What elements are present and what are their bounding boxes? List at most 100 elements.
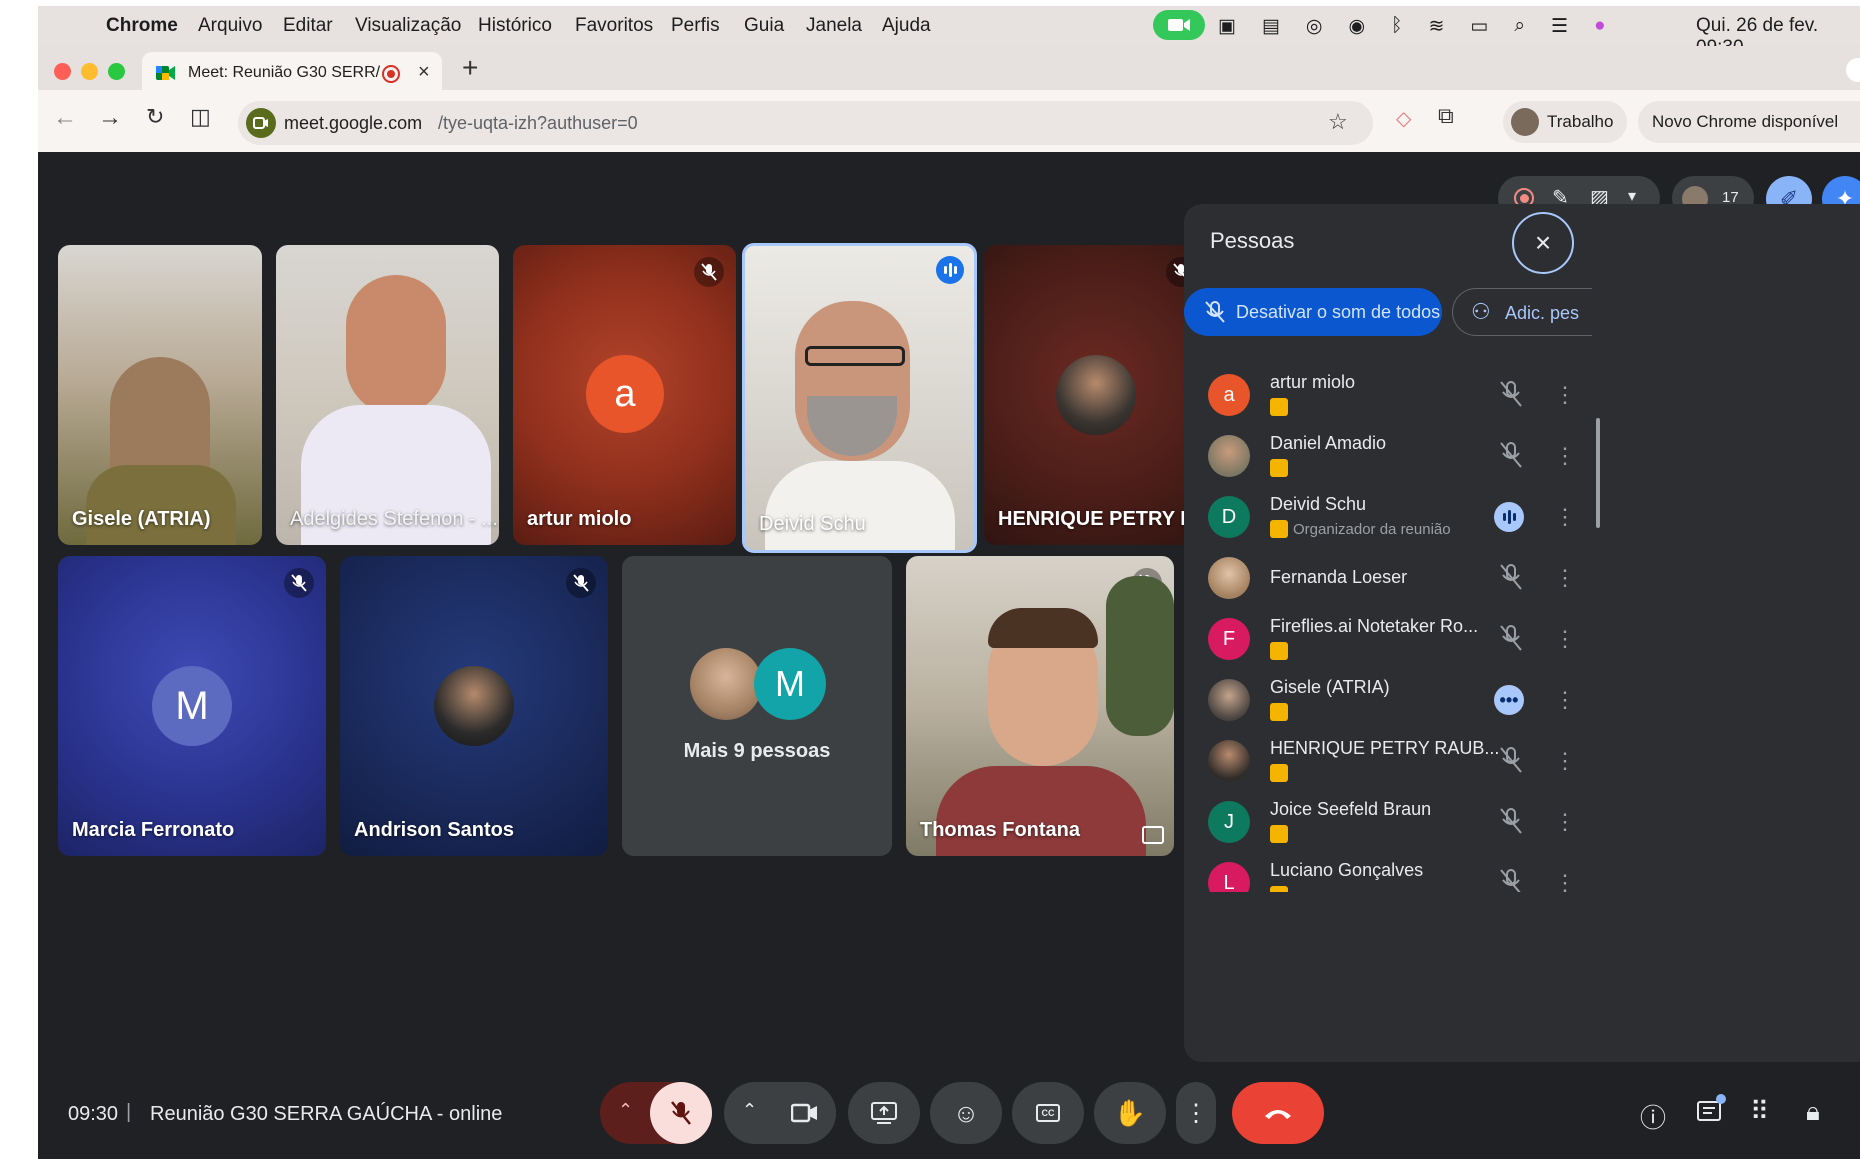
participant-row[interactable]: L Luciano Gonçalves ⋮ (1208, 848, 1604, 892)
extension-icon[interactable]: ◇ (1396, 106, 1411, 131)
window-icon[interactable]: ▤ (1262, 15, 1280, 38)
omnibox[interactable]: meet.google.com /tye-uqta-izh?authuser=0… (238, 101, 1373, 145)
close-panel-button[interactable]: × (1512, 212, 1574, 274)
chevron-down-icon[interactable]: ▾ (1628, 186, 1636, 206)
menu-favoritos[interactable]: Favoritos (575, 15, 653, 37)
window-zoom-button[interactable] (108, 63, 125, 80)
mic-off-icon[interactable] (1498, 746, 1524, 774)
mic-toggle-button[interactable] (650, 1082, 712, 1144)
video-tile-thomas[interactable]: Thomas Fontana (906, 556, 1174, 856)
video-tile-marcia[interactable]: M Marcia Ferronato (58, 556, 326, 856)
spotlight-icon[interactable]: ⌕ (1514, 15, 1525, 37)
participant-name: Gisele (ATRIA) (1270, 677, 1390, 697)
chat-button[interactable] (1696, 1094, 1726, 1128)
siri-icon[interactable]: ● (1594, 15, 1605, 37)
present-button[interactable] (848, 1082, 920, 1144)
battery-icon[interactable]: ▭ (1470, 15, 1488, 38)
video-tile-more[interactable]: M Mais 9 pessoas (622, 556, 892, 856)
mic-off-icon[interactable] (1498, 807, 1524, 835)
menu-janela[interactable]: Janela (806, 15, 862, 37)
info-icon[interactable]: ⓘ (1640, 1098, 1666, 1135)
menu-visualizacao[interactable]: Visualização (355, 15, 461, 37)
back-button[interactable]: ← (53, 104, 77, 132)
more-vert-icon[interactable]: ⋮ (1554, 565, 1576, 591)
participant-name: Luciano Gonçalves (1270, 860, 1424, 880)
video-tile-andrison[interactable]: Andrison Santos (340, 556, 608, 856)
profile-chip[interactable]: Trabalho (1503, 101, 1627, 143)
mic-off-icon[interactable] (1498, 441, 1524, 469)
reload-button[interactable]: ↻ (146, 104, 164, 130)
more-vert-icon[interactable]: ⋮ (1554, 748, 1576, 774)
avatar: a (586, 355, 664, 433)
control-center-icon[interactable]: ☰ (1551, 15, 1568, 38)
captions-button[interactable]: CC (1012, 1082, 1084, 1144)
more-vert-icon[interactable]: ⋮ (1554, 626, 1576, 652)
new-tab-button[interactable]: + (462, 52, 478, 84)
bookmark-star-icon[interactable]: ☆ (1328, 109, 1348, 135)
extensions-puzzle-icon[interactable]: ⧉ (1438, 103, 1454, 129)
tile-name: Adelgides Stefenon - ... (290, 508, 498, 530)
divider: | (126, 1101, 132, 1123)
menu-editar[interactable]: Editar (283, 15, 333, 37)
mute-all-button[interactable]: Desativar o som de todos (1184, 288, 1442, 336)
more-vert-icon[interactable]: ⋮ (1554, 382, 1576, 408)
more-vert-icon[interactable]: ⋮ (1554, 443, 1576, 469)
host-icon (1270, 703, 1288, 721)
present-screen-icon (871, 1102, 897, 1124)
forward-button[interactable]: → (98, 104, 122, 132)
tab-search-button[interactable] (1846, 58, 1860, 82)
more-options-button[interactable]: ⋮ (1176, 1082, 1216, 1144)
mic-off-icon[interactable] (1498, 380, 1524, 408)
video-tile-henrique[interactable]: HENRIQUE PETRY RA... (984, 245, 1208, 545)
wifi-icon[interactable]: ≋ (1429, 15, 1445, 38)
facetime-status-icon[interactable] (1153, 10, 1205, 40)
avatar: F (1208, 618, 1250, 660)
menu-guia[interactable]: Guia (744, 15, 784, 37)
add-people-button[interactable]: ⚇ Adic. pes (1452, 288, 1592, 336)
video-tile-adelgides[interactable]: Adelgides Stefenon - ... (276, 245, 499, 545)
split-view-button[interactable]: ◫ (190, 104, 211, 130)
scrollbar[interactable] (1596, 418, 1600, 528)
more-vert-icon[interactable]: ⋮ (1554, 687, 1576, 713)
video-tile-artur[interactable]: a artur miolo (513, 245, 736, 545)
bluetooth-icon[interactable]: ᛒ (1391, 15, 1402, 37)
update-chrome-chip[interactable]: Novo Chrome disponível (1638, 101, 1860, 143)
mute-all-label: Desativar o som de todos (1236, 302, 1441, 322)
apps-grid-icon[interactable]: ⠿ (1750, 1096, 1769, 1127)
chevron-up-icon[interactable]: ⌃ (618, 1100, 633, 1121)
sync-icon[interactable]: ◎ (1306, 15, 1323, 38)
pip-icon[interactable] (1142, 826, 1164, 844)
video-tile-gisele[interactable]: Gisele (ATRIA) (58, 245, 262, 545)
end-call-button[interactable] (1232, 1082, 1324, 1144)
reactions-button[interactable]: ☺ (930, 1082, 1002, 1144)
video-tile-deivid[interactable]: Deivid Schu (742, 243, 977, 553)
menu-historico[interactable]: Histórico (478, 15, 552, 37)
tile-name: artur miolo (527, 508, 632, 530)
more-vert-icon[interactable]: ⋮ (1554, 504, 1576, 530)
menu-perfis[interactable]: Perfis (671, 15, 720, 37)
menu-app-name[interactable]: Chrome (106, 15, 178, 37)
mic-off-icon[interactable] (1498, 563, 1524, 591)
camera-icon (791, 1103, 817, 1123)
tab-close-icon[interactable]: × (418, 61, 430, 84)
more-vert-icon[interactable]: ⋮ (1554, 870, 1576, 892)
person-body (765, 461, 955, 550)
mic-off-icon[interactable] (1498, 868, 1524, 892)
mic-group: ⌃ (600, 1082, 712, 1144)
chevron-up-icon[interactable]: ⌃ (742, 1100, 757, 1121)
mic-off-icon[interactable] (1498, 624, 1524, 652)
tile-name: Marcia Ferronato (72, 819, 235, 841)
menu-arquivo[interactable]: Arquivo (198, 15, 262, 37)
airdrop-icon[interactable]: ◉ (1349, 15, 1366, 38)
window-minimize-button[interactable] (81, 63, 98, 80)
window-close-button[interactable] (54, 63, 71, 80)
meet-main: ✎ ▨ ▾ 17 ✐ ✦ Gisele (ATRIA) Adelgides St… (38, 152, 1860, 1159)
camera-toggle-button[interactable] (774, 1082, 836, 1144)
screenshot-icon[interactable]: ▣ (1218, 15, 1236, 38)
raise-hand-button[interactable]: ✋ (1094, 1082, 1166, 1144)
site-info-icon[interactable] (246, 108, 276, 138)
more-vert-icon[interactable]: ⋮ (1554, 809, 1576, 835)
host-controls-icon[interactable]: 🔒︎ (1806, 1096, 1820, 1128)
menu-ajuda[interactable]: Ajuda (882, 15, 931, 37)
tile-name: Andrison Santos (354, 819, 515, 841)
